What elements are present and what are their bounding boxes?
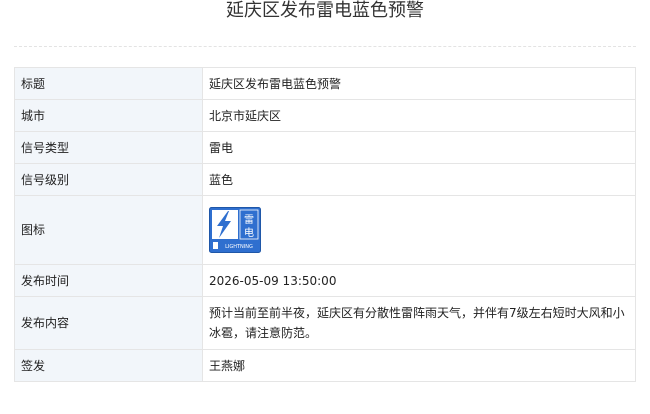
icon-cn-text-1: 雷: [244, 214, 254, 226]
table-row: 信号类型 雷电: [14, 131, 636, 164]
title-divider: [14, 46, 636, 47]
row-value-signal-level: 蓝色: [202, 163, 636, 196]
row-label-icon: 图标: [14, 195, 203, 265]
row-label-signal-level: 信号级别: [14, 163, 203, 196]
row-label-issuer: 签发: [14, 349, 203, 382]
table-row: 标题 延庆区发布雷电蓝色预警: [14, 67, 636, 100]
table-row: 城市 北京市延庆区: [14, 99, 636, 132]
row-value-time: 2026-05-09 13:50:00: [202, 264, 636, 297]
icon-en-text: LIGHTNING: [225, 244, 253, 250]
row-value-issuer: 王燕娜: [202, 349, 636, 382]
table-row: 签发 王燕娜: [14, 349, 636, 382]
row-label-signal-type: 信号类型: [14, 131, 203, 164]
row-label-time: 发布时间: [14, 264, 203, 297]
icon-cn-text-2: 电: [244, 226, 254, 239]
row-value-content: 预计当前至前半夜，延庆区有分散性雷阵雨天气，并伴有7级左右短时大风和小冰雹，请注…: [202, 296, 636, 350]
table-row: 发布时间 2026-05-09 13:50:00: [14, 264, 636, 297]
lightning-warning-icon: 雷 电 LIGHTNING: [209, 207, 261, 253]
row-value-title: 延庆区发布雷电蓝色预警: [202, 67, 636, 100]
row-label-title: 标题: [14, 67, 203, 100]
row-label-content: 发布内容: [14, 296, 203, 350]
table-row: 发布内容 预计当前至前半夜，延庆区有分散性雷阵雨天气，并伴有7级左右短时大风和小…: [14, 296, 636, 350]
page-title: 延庆区发布雷电蓝色预警: [226, 0, 424, 21]
table-row: 信号级别 蓝色: [14, 163, 636, 196]
row-value-city: 北京市延庆区: [202, 99, 636, 132]
table-row: 图标 雷 电 LIGHTNING: [14, 195, 636, 265]
row-value-signal-type: 雷电: [202, 131, 636, 164]
row-value-icon: 雷 电 LIGHTNING: [202, 195, 636, 265]
warning-info-table: 标题 延庆区发布雷电蓝色预警 城市 北京市延庆区 信号类型 雷电 信号级别 蓝色…: [14, 67, 636, 382]
row-label-city: 城市: [14, 99, 203, 132]
